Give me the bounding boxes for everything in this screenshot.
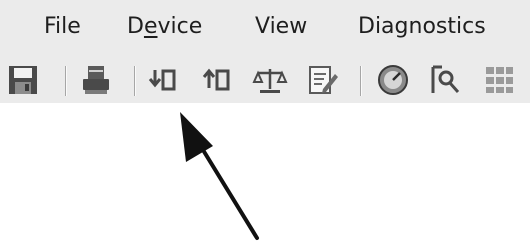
pointer-arrow-icon xyxy=(180,112,259,240)
